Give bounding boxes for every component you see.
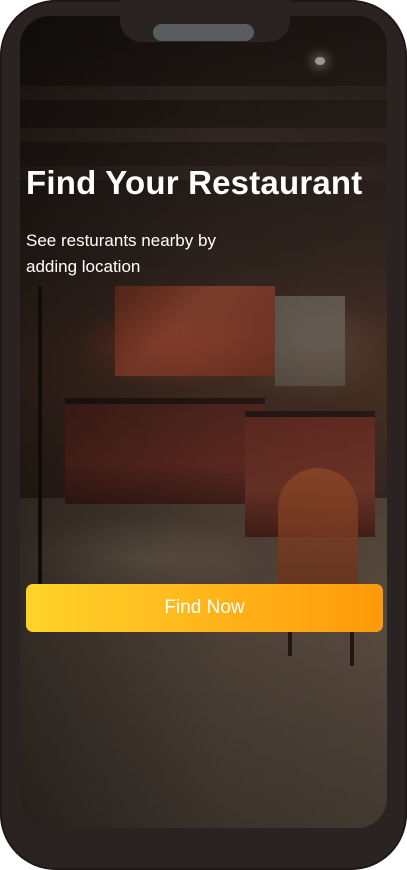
app-screen — [20, 16, 387, 828]
speaker-grille — [153, 24, 254, 41]
find-now-button[interactable]: Find Now — [26, 584, 383, 632]
page-title: Find Your Restaurant — [26, 164, 363, 201]
page-subtitle: See resturants nearby by adding location — [26, 231, 216, 276]
phone-frame: Find Your Restaurant See resturants near… — [0, 0, 407, 870]
dark-overlay — [20, 16, 387, 828]
